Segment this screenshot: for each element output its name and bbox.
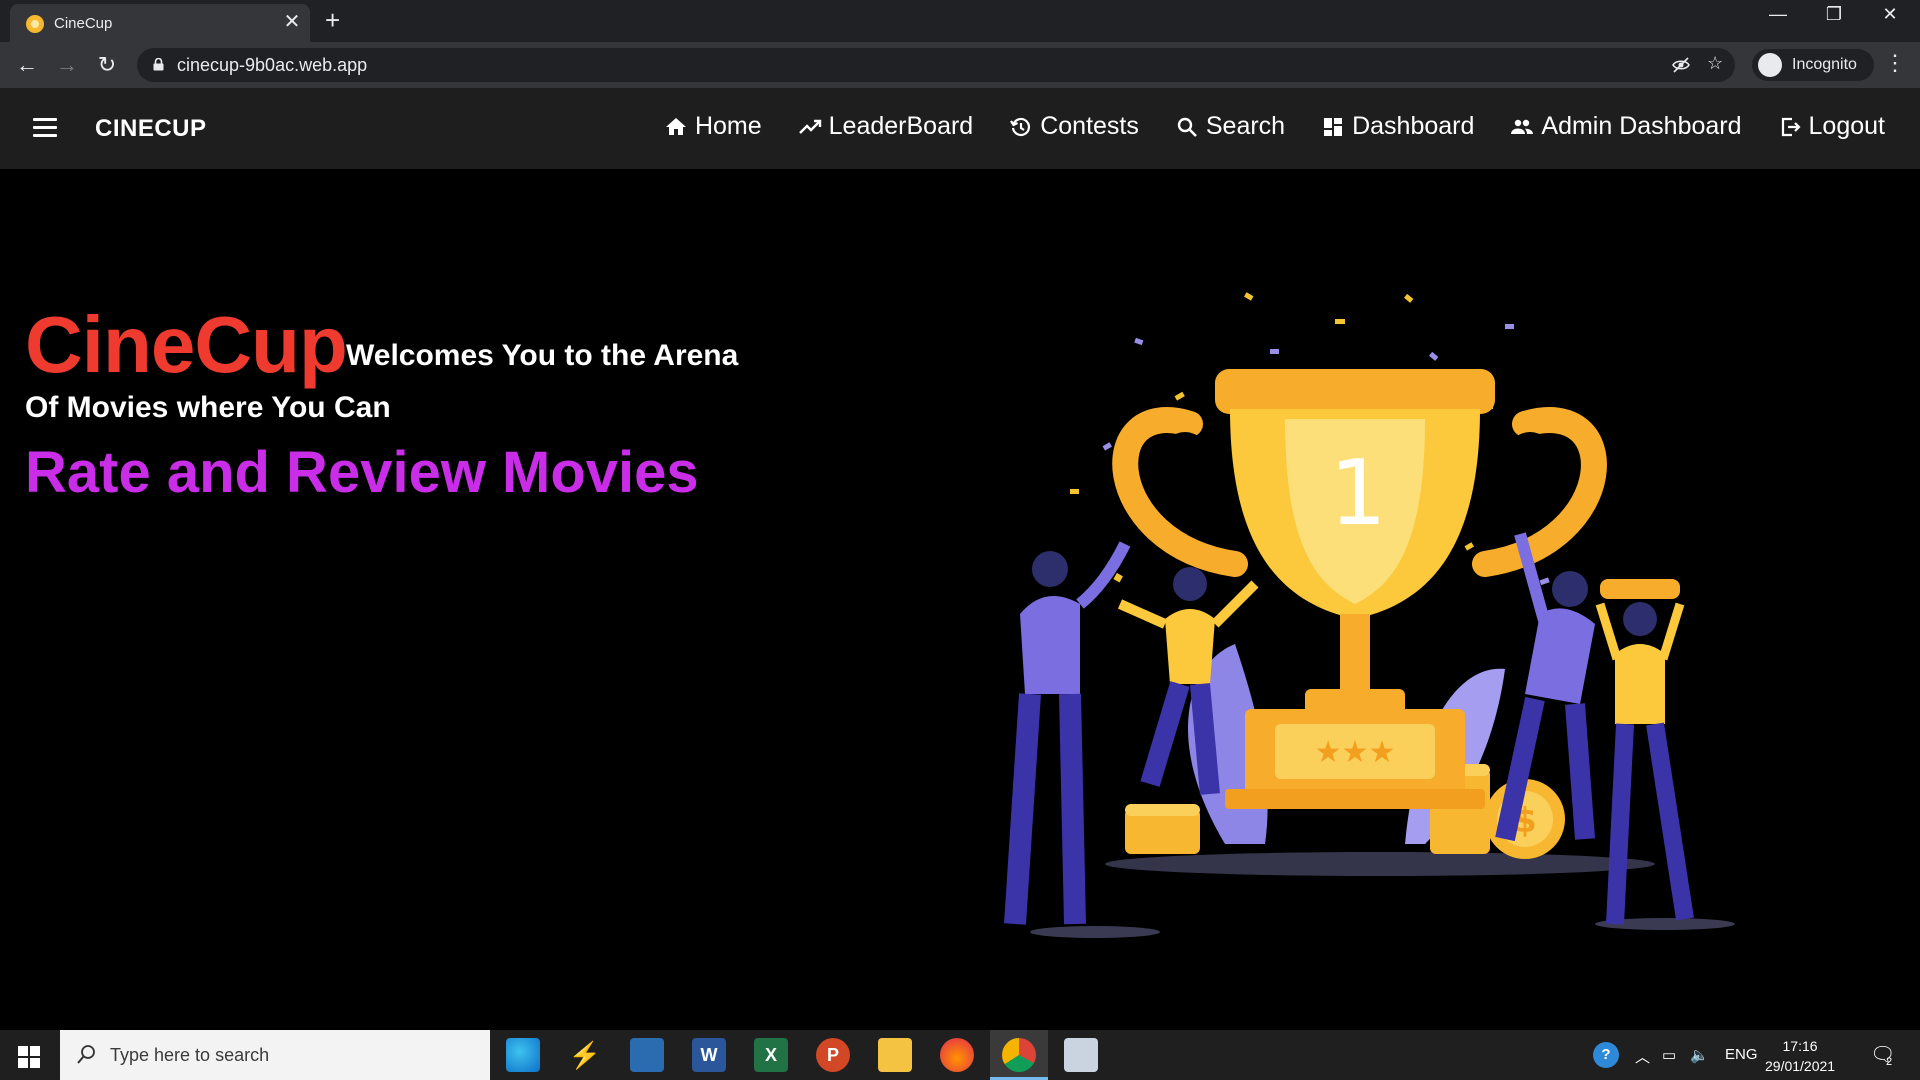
incognito-profile-button[interactable]: Incognito: [1752, 49, 1874, 81]
taskbar-search-icon: [77, 1045, 95, 1064]
nav-logout-label: Logout: [1808, 112, 1885, 140]
trophy-celebration-illustration: $ 1 ★★★: [1004, 292, 1735, 938]
nav-leaderboard[interactable]: LeaderBoard: [798, 112, 974, 141]
volume-icon[interactable]: 🔈: [1690, 1046, 1709, 1064]
nav-leaderboard-label: LeaderBoard: [828, 112, 974, 140]
taskbar-search-placeholder: Type here to search: [110, 1045, 270, 1065]
hero-brand-title: CineCup: [25, 300, 348, 389]
close-window-icon[interactable]: ✕: [1870, 4, 1910, 25]
browser-menu-icon[interactable]: ⋮: [1884, 50, 1906, 76]
hamburger-menu-icon[interactable]: [33, 118, 57, 138]
svg-text:★★★: ★★★: [1315, 735, 1396, 770]
tray-chevron-up-icon[interactable]: ︿: [1635, 1046, 1650, 1067]
home-icon: [665, 117, 686, 135]
browser-tab-bar: CineCup ✕ + — ❐ ✕: [0, 0, 1920, 42]
nav-search[interactable]: Search: [1175, 112, 1285, 141]
language-indicator[interactable]: ENG: [1725, 1046, 1758, 1063]
cortana-app-icon[interactable]: ⚡: [568, 1038, 602, 1072]
browser-tab[interactable]: CineCup ✕: [10, 4, 310, 42]
history-icon: [1010, 117, 1031, 136]
tracking-blocked-eye-icon[interactable]: [1671, 56, 1691, 74]
incognito-label: Incognito: [1792, 56, 1857, 73]
windows-taskbar: Type here to search ⚡ W X P ? ︿ ▭ 🔈 ENG …: [0, 1030, 1920, 1080]
browser-toolbar: ← → ↻ cinecup-9b0ac.web.app ☆ Incognito …: [0, 42, 1920, 88]
hero-welcome-line: Welcomes You to the Arena: [346, 339, 739, 372]
hero-section: CineCup Welcomes You to the Arena Of Mov…: [0, 169, 1920, 1030]
restore-icon[interactable]: ❐: [1814, 4, 1854, 25]
nav-search-label: Search: [1205, 112, 1286, 140]
clock-date: 29/01/2021: [1765, 1058, 1836, 1074]
dashboard-icon: [1324, 117, 1343, 136]
navbar-brand[interactable]: CINECUP: [95, 115, 207, 143]
incognito-icon: [1758, 53, 1782, 77]
taskbar-search-box[interactable]: Type here to search: [60, 1030, 490, 1080]
hero-tagline: Rate and Review Movies: [25, 440, 699, 505]
cinecup-favicon-icon: [26, 15, 44, 33]
nav-home-label: Home: [694, 112, 762, 140]
url-text: cinecup-9b0ac.web.app: [177, 55, 368, 75]
trophy-number: 1: [1329, 441, 1386, 546]
minimize-icon[interactable]: —: [1758, 4, 1798, 25]
close-tab-icon[interactable]: ✕: [280, 10, 304, 34]
excel-icon[interactable]: X: [754, 1038, 788, 1072]
nav-contests-label: Contests: [1040, 112, 1139, 140]
reload-icon[interactable]: ↻: [92, 50, 122, 80]
new-tab-icon[interactable]: +: [325, 7, 340, 33]
nav-dashboard[interactable]: Dashboard: [1321, 112, 1474, 141]
firefox-icon[interactable]: [940, 1038, 974, 1072]
taskbar-clock[interactable]: 17:16 29/01/2021: [1765, 1036, 1835, 1076]
snipping-tool-icon[interactable]: [630, 1038, 664, 1072]
nav-admin-dashboard[interactable]: Admin Dashboard: [1510, 112, 1742, 141]
battery-icon[interactable]: ▭: [1662, 1046, 1676, 1064]
help-icon[interactable]: ?: [1593, 1042, 1619, 1068]
app-navbar: CINECUP Home LeaderBoard Contests Search…: [0, 88, 1920, 169]
chrome-icon[interactable]: [1002, 1038, 1036, 1072]
search-icon: [1177, 117, 1197, 137]
bookmark-star-icon[interactable]: ☆: [1707, 53, 1723, 74]
file-explorer-icon[interactable]: [878, 1038, 912, 1072]
back-icon[interactable]: ←: [12, 50, 42, 80]
nav-admin-dashboard-label: Admin Dashboard: [1541, 112, 1742, 140]
tab-title: CineCup: [54, 15, 113, 32]
notification-count-badge: 2: [1886, 1056, 1893, 1068]
powerpoint-icon[interactable]: P: [816, 1038, 850, 1072]
logout-icon: [1781, 117, 1801, 136]
remote-desktop-icon[interactable]: [1064, 1038, 1098, 1072]
word-icon[interactable]: W: [692, 1038, 726, 1072]
nav-links: Home LeaderBoard Contests Search Dashboa…: [664, 112, 1885, 141]
nav-home[interactable]: Home: [664, 112, 762, 141]
address-bar[interactable]: cinecup-9b0ac.web.app ☆: [137, 48, 1735, 82]
edge-icon[interactable]: [506, 1038, 540, 1072]
hero-subtext-line: Of Movies where You Can: [25, 391, 391, 424]
forward-icon[interactable]: →: [52, 50, 82, 80]
nav-logout[interactable]: Logout: [1778, 112, 1885, 141]
clock-time: 17:16: [1782, 1038, 1818, 1054]
lock-icon: [153, 58, 164, 71]
nav-dashboard-label: Dashboard: [1352, 112, 1475, 140]
windows-start-icon[interactable]: [18, 1046, 40, 1068]
nav-contests[interactable]: Contests: [1009, 112, 1139, 141]
people-icon: [1511, 119, 1534, 134]
trending-up-icon: [798, 119, 821, 134]
